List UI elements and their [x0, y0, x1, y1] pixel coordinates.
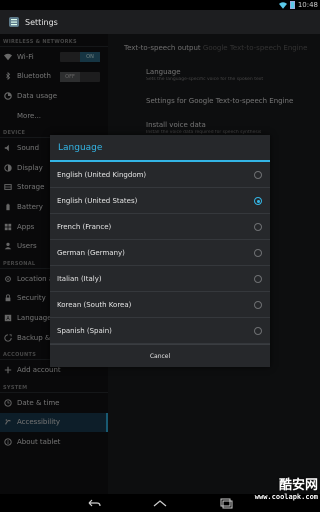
radio-button[interactable]	[254, 301, 262, 309]
language-option[interactable]: Italian (Italy)	[50, 266, 270, 292]
radio-button[interactable]	[254, 249, 262, 257]
watermark-url: www.coolapk.com	[254, 493, 318, 501]
language-option[interactable]: English (United States)	[50, 188, 270, 214]
settings-app-icon[interactable]	[8, 16, 20, 28]
language-option-label: Korean (South Korea)	[57, 300, 132, 309]
action-bar: Settings	[0, 10, 320, 34]
home-icon[interactable]	[152, 497, 168, 509]
wifi-signal-icon	[278, 1, 287, 9]
radio-button[interactable]	[254, 171, 262, 179]
dialog-title: Language	[50, 135, 270, 162]
language-dialog: Language English (United Kingdom) Englis…	[50, 135, 270, 367]
language-option[interactable]: Korean (South Korea)	[50, 292, 270, 318]
watermark: 酷安网 www.coolapk.com	[238, 474, 318, 501]
back-icon[interactable]	[86, 497, 102, 509]
language-option[interactable]: French (France)	[50, 214, 270, 240]
page-title: Settings	[25, 17, 58, 27]
status-bar: 10:48	[0, 0, 320, 10]
radio-button-checked[interactable]	[254, 197, 262, 205]
language-option-label: French (France)	[57, 222, 112, 231]
radio-button[interactable]	[254, 275, 262, 283]
language-option-label: Spanish (Spain)	[57, 326, 112, 335]
language-option-label: English (United Kingdom)	[57, 170, 147, 179]
language-option-label: English (United States)	[57, 196, 138, 205]
watermark-text: 酷安网	[278, 478, 318, 493]
language-option-label: German (Germany)	[57, 248, 125, 257]
recent-apps-icon[interactable]	[218, 497, 234, 509]
cancel-button[interactable]: Cancel	[50, 344, 270, 367]
battery-status-icon	[289, 1, 295, 9]
language-option[interactable]: English (United Kingdom)	[50, 162, 270, 188]
language-option-label: Italian (Italy)	[57, 274, 102, 283]
status-time: 10:48	[297, 1, 318, 9]
language-option[interactable]: German (Germany)	[50, 240, 270, 266]
radio-button[interactable]	[254, 327, 262, 335]
language-option[interactable]: Spanish (Spain)	[50, 318, 270, 344]
radio-button[interactable]	[254, 223, 262, 231]
